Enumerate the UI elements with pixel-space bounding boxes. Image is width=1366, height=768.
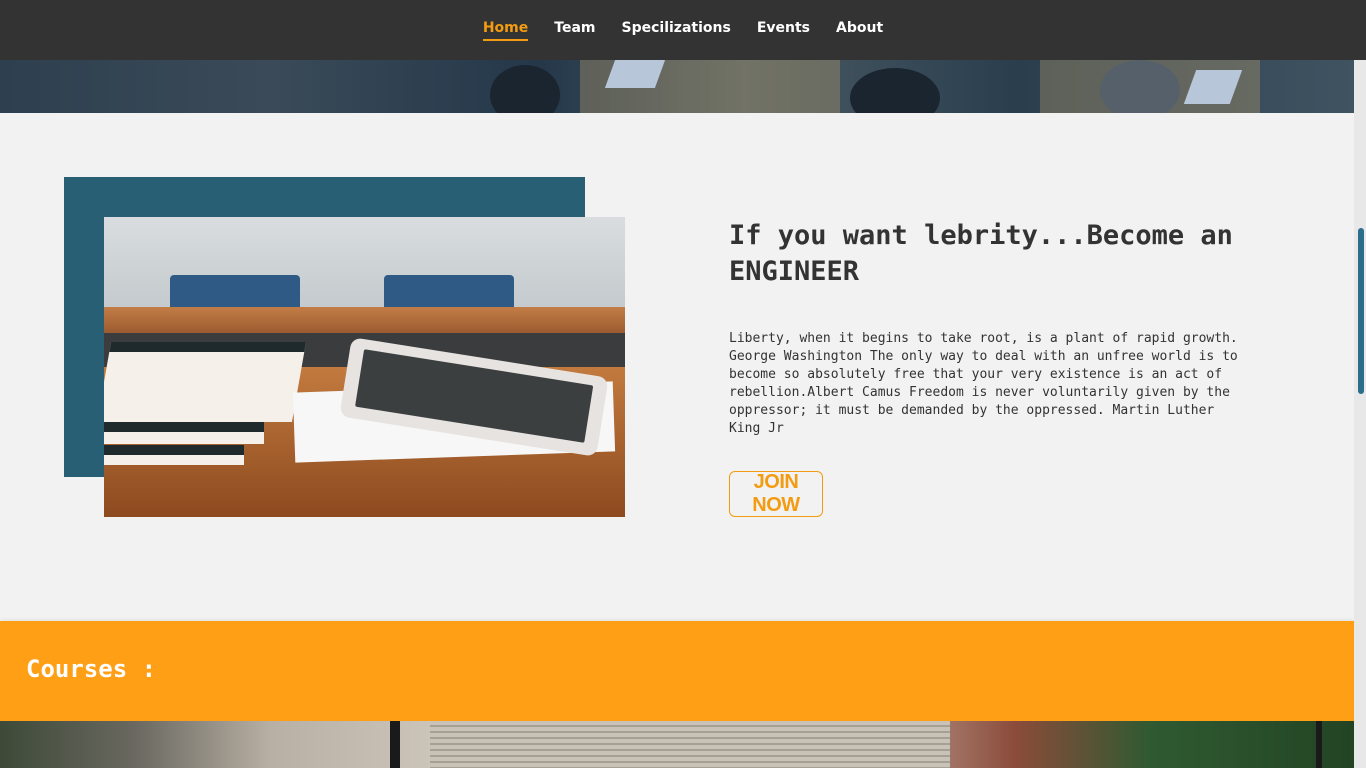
navbar: Home Team Specilizations Events About — [0, 0, 1366, 60]
image-chair — [170, 275, 300, 309]
nav-home[interactable]: Home — [482, 20, 529, 41]
books-tablet-image — [104, 217, 625, 517]
courses-header: Courses : — [0, 621, 1354, 721]
image-book — [104, 445, 244, 465]
nav-links: Home Team Specilizations Events About — [482, 20, 883, 41]
student-silhouette — [490, 65, 560, 113]
image-rail — [104, 307, 625, 333]
image-book — [104, 422, 264, 444]
laptop-shape — [604, 60, 666, 88]
campus-post — [390, 721, 400, 768]
campus-lamp — [1316, 721, 1322, 768]
about-text-block: If you want lebrity...Become an ENGINEER… — [729, 218, 1249, 438]
nav-specializations[interactable]: Specilizations — [622, 20, 731, 41]
page-scrollbar[interactable] — [1354, 0, 1366, 768]
student-silhouette — [850, 68, 940, 113]
about-title: If you want lebrity...Become an ENGINEER — [729, 220, 1233, 287]
student-silhouette — [1100, 60, 1180, 113]
campus-background-image — [0, 721, 1354, 768]
campus-stairs — [430, 721, 950, 768]
about-body: Liberty, when it begins to take root, is… — [729, 331, 1238, 436]
join-now-button[interactable]: JOIN NOW — [729, 471, 823, 517]
about-section: If you want lebrity...Become an ENGINEER… — [0, 113, 1354, 621]
nav-team[interactable]: Team — [554, 20, 595, 41]
scrollbar-thumb[interactable] — [1358, 228, 1364, 394]
image-book — [104, 342, 307, 422]
image-chair — [384, 275, 514, 309]
courses-title: Courses : — [26, 655, 157, 683]
hero-background-image — [0, 60, 1354, 113]
nav-events[interactable]: Events — [757, 20, 810, 41]
nav-about[interactable]: About — [836, 20, 883, 41]
